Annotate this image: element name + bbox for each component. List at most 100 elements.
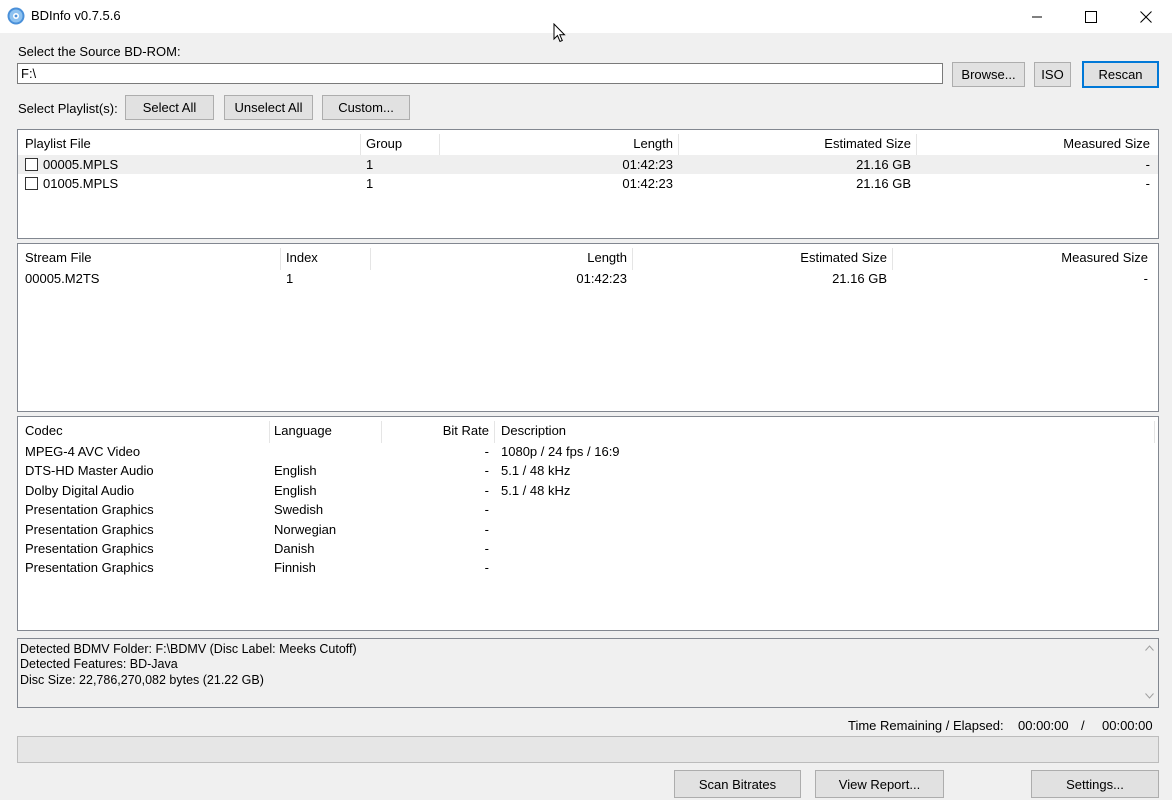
estimated-size-header[interactable]: Estimated Size <box>683 136 911 151</box>
codec-list[interactable]: Codec Language Bit Rate Description MPEG… <box>17 416 1159 631</box>
playlist-group: 1 <box>366 176 374 191</box>
settings-button[interactable]: Settings... <box>1031 770 1159 798</box>
view-report-button[interactable]: View Report... <box>815 770 944 798</box>
playlist-estimated-size: 21.16 GB <box>856 176 911 191</box>
stream-list[interactable]: Stream File Index Length Estimated Size … <box>17 243 1159 412</box>
column-divider[interactable] <box>678 134 679 156</box>
column-divider[interactable] <box>632 248 633 270</box>
minimize-icon <box>1031 16 1042 17</box>
iso-button[interactable]: ISO <box>1034 62 1071 87</box>
source-label: Select the Source BD-ROM: <box>18 44 181 59</box>
codec-name: DTS-HD Master Audio <box>25 463 154 479</box>
column-divider[interactable] <box>916 134 917 156</box>
codec-language: Finnish <box>274 560 316 576</box>
codec-name: Presentation Graphics <box>25 521 154 537</box>
chevron-up-icon[interactable] <box>1145 645 1154 651</box>
info-line: Detected Features: BD-Java <box>20 657 178 671</box>
time-elapsed: 00:00:00 <box>1102 718 1153 733</box>
estimated-size-header[interactable]: Estimated Size <box>638 250 887 265</box>
language-header[interactable]: Language <box>274 423 332 438</box>
playlist-checkbox[interactable] <box>25 177 38 190</box>
stream-file-header[interactable]: Stream File <box>25 250 91 265</box>
codec-name: Presentation Graphics <box>25 541 154 556</box>
codec-row[interactable]: Dolby Digital Audio English -5.1 / 48 kHz <box>18 481 1158 500</box>
close-button[interactable] <box>1118 0 1172 33</box>
column-divider[interactable] <box>494 421 495 443</box>
codec-bitrate: - <box>484 560 489 576</box>
time-separator: / <box>1081 718 1085 733</box>
codec-name: MPEG-4 AVC Video <box>25 444 141 459</box>
codec-bitrate: - <box>484 444 489 459</box>
codec-name: Presentation Graphics <box>25 560 154 576</box>
length-header[interactable]: Length <box>458 136 673 151</box>
playlist-checkbox[interactable] <box>25 158 38 171</box>
codec-row[interactable]: MPEG-4 AVC Video -1080p / 24 fps / 16:9 <box>18 442 1158 461</box>
minimize-button[interactable] <box>1009 0 1064 33</box>
title-bar: BDInfo v0.7.5.6 <box>0 0 1172 33</box>
codec-language: English <box>274 482 317 498</box>
description-header[interactable]: Description <box>501 423 566 438</box>
codec-description: 1080p / 24 fps / 16:9 <box>501 444 620 459</box>
scan-bitrates-button[interactable]: Scan Bitrates <box>674 770 801 798</box>
playlist-estimated-size: 21.16 GB <box>856 157 911 172</box>
codec-bitrate: - <box>484 541 489 556</box>
codec-bitrate: - <box>484 463 489 479</box>
maximize-button[interactable] <box>1063 0 1118 33</box>
mouse-cursor-icon <box>553 23 566 43</box>
codec-row[interactable]: Presentation Graphics Danish - <box>18 539 1158 558</box>
codec-bitrate: - <box>484 502 489 518</box>
measured-size-header[interactable]: Measured Size <box>898 250 1148 265</box>
select-all-button[interactable]: Select All <box>125 95 214 120</box>
codec-language: Swedish <box>274 502 324 518</box>
group-header[interactable]: Group <box>366 136 402 151</box>
codec-row[interactable]: Presentation Graphics Norwegian - <box>18 520 1158 539</box>
stream-row[interactable]: 00005.M2TS 1 01:42:23 21.16 GB - <box>18 269 1158 288</box>
column-divider[interactable] <box>370 248 371 270</box>
codec-language: Danish <box>274 541 315 556</box>
stream-file: 00005.M2TS <box>25 271 100 286</box>
unselect-all-button[interactable]: Unselect All <box>224 95 313 120</box>
browse-button[interactable]: Browse... <box>952 62 1025 87</box>
disc-icon <box>7 7 25 25</box>
chevron-down-icon[interactable] <box>1145 693 1154 699</box>
codec-header-label[interactable]: Codec <box>25 423 63 438</box>
scan-progress-bar <box>17 736 1159 763</box>
vertical-scrollbar[interactable] <box>1141 639 1158 707</box>
maximize-icon <box>1084 10 1097 23</box>
playlist-length: 01:42:23 <box>622 157 673 172</box>
stream-estimated-size: 21.16 GB <box>832 271 887 286</box>
playlist-row[interactable]: 01005.MPLS 1 01:42:23 21.16 GB - <box>18 174 1158 193</box>
codec-name: Dolby Digital Audio <box>25 482 135 498</box>
length-header[interactable]: Length <box>378 250 627 265</box>
column-divider[interactable] <box>439 134 440 156</box>
codec-row[interactable]: Presentation Graphics Swedish - <box>18 500 1158 519</box>
select-playlists-label: Select Playlist(s): <box>18 101 118 116</box>
codec-language: Norwegian <box>274 521 337 537</box>
playlist-file-header[interactable]: Playlist File <box>25 136 91 151</box>
index-header[interactable]: Index <box>286 250 318 265</box>
column-divider[interactable] <box>280 248 281 270</box>
column-divider[interactable] <box>892 248 893 270</box>
stream-header: Stream File Index Length Estimated Size … <box>18 246 1158 270</box>
time-remaining: 00:00:00 <box>1018 718 1069 733</box>
custom-button[interactable]: Custom... <box>322 95 410 120</box>
info-line: Disc Size: 22,786,270,082 bytes (21.22 G… <box>20 673 264 687</box>
playlist-group: 1 <box>366 157 374 172</box>
column-divider[interactable] <box>381 421 382 443</box>
column-divider[interactable] <box>1154 421 1155 443</box>
column-divider[interactable] <box>269 421 270 443</box>
rescan-button[interactable]: Rescan <box>1082 61 1159 88</box>
disc-info-box[interactable]: Detected BDMV Folder: F:\BDMV (Disc Labe… <box>17 638 1159 708</box>
stream-index: 1 <box>286 271 294 286</box>
codec-row[interactable]: Presentation Graphics Finnish - <box>18 558 1158 577</box>
playlist-row[interactable]: 00005.MPLS 1 01:42:23 21.16 GB - <box>18 155 1158 174</box>
measured-size-header[interactable]: Measured Size <box>921 136 1150 151</box>
bitrate-header[interactable]: Bit Rate <box>388 423 489 438</box>
column-divider[interactable] <box>360 134 361 156</box>
codec-row[interactable]: DTS-HD Master Audio English -5.1 / 48 kHz <box>18 461 1158 480</box>
close-icon <box>1139 10 1152 23</box>
playlist-file: 01005.MPLS <box>43 176 119 191</box>
playlist-length: 01:42:23 <box>622 176 673 191</box>
source-path-input[interactable]: F:\ <box>17 63 943 84</box>
playlist-list[interactable]: Playlist File Group Length Estimated Siz… <box>17 129 1159 239</box>
